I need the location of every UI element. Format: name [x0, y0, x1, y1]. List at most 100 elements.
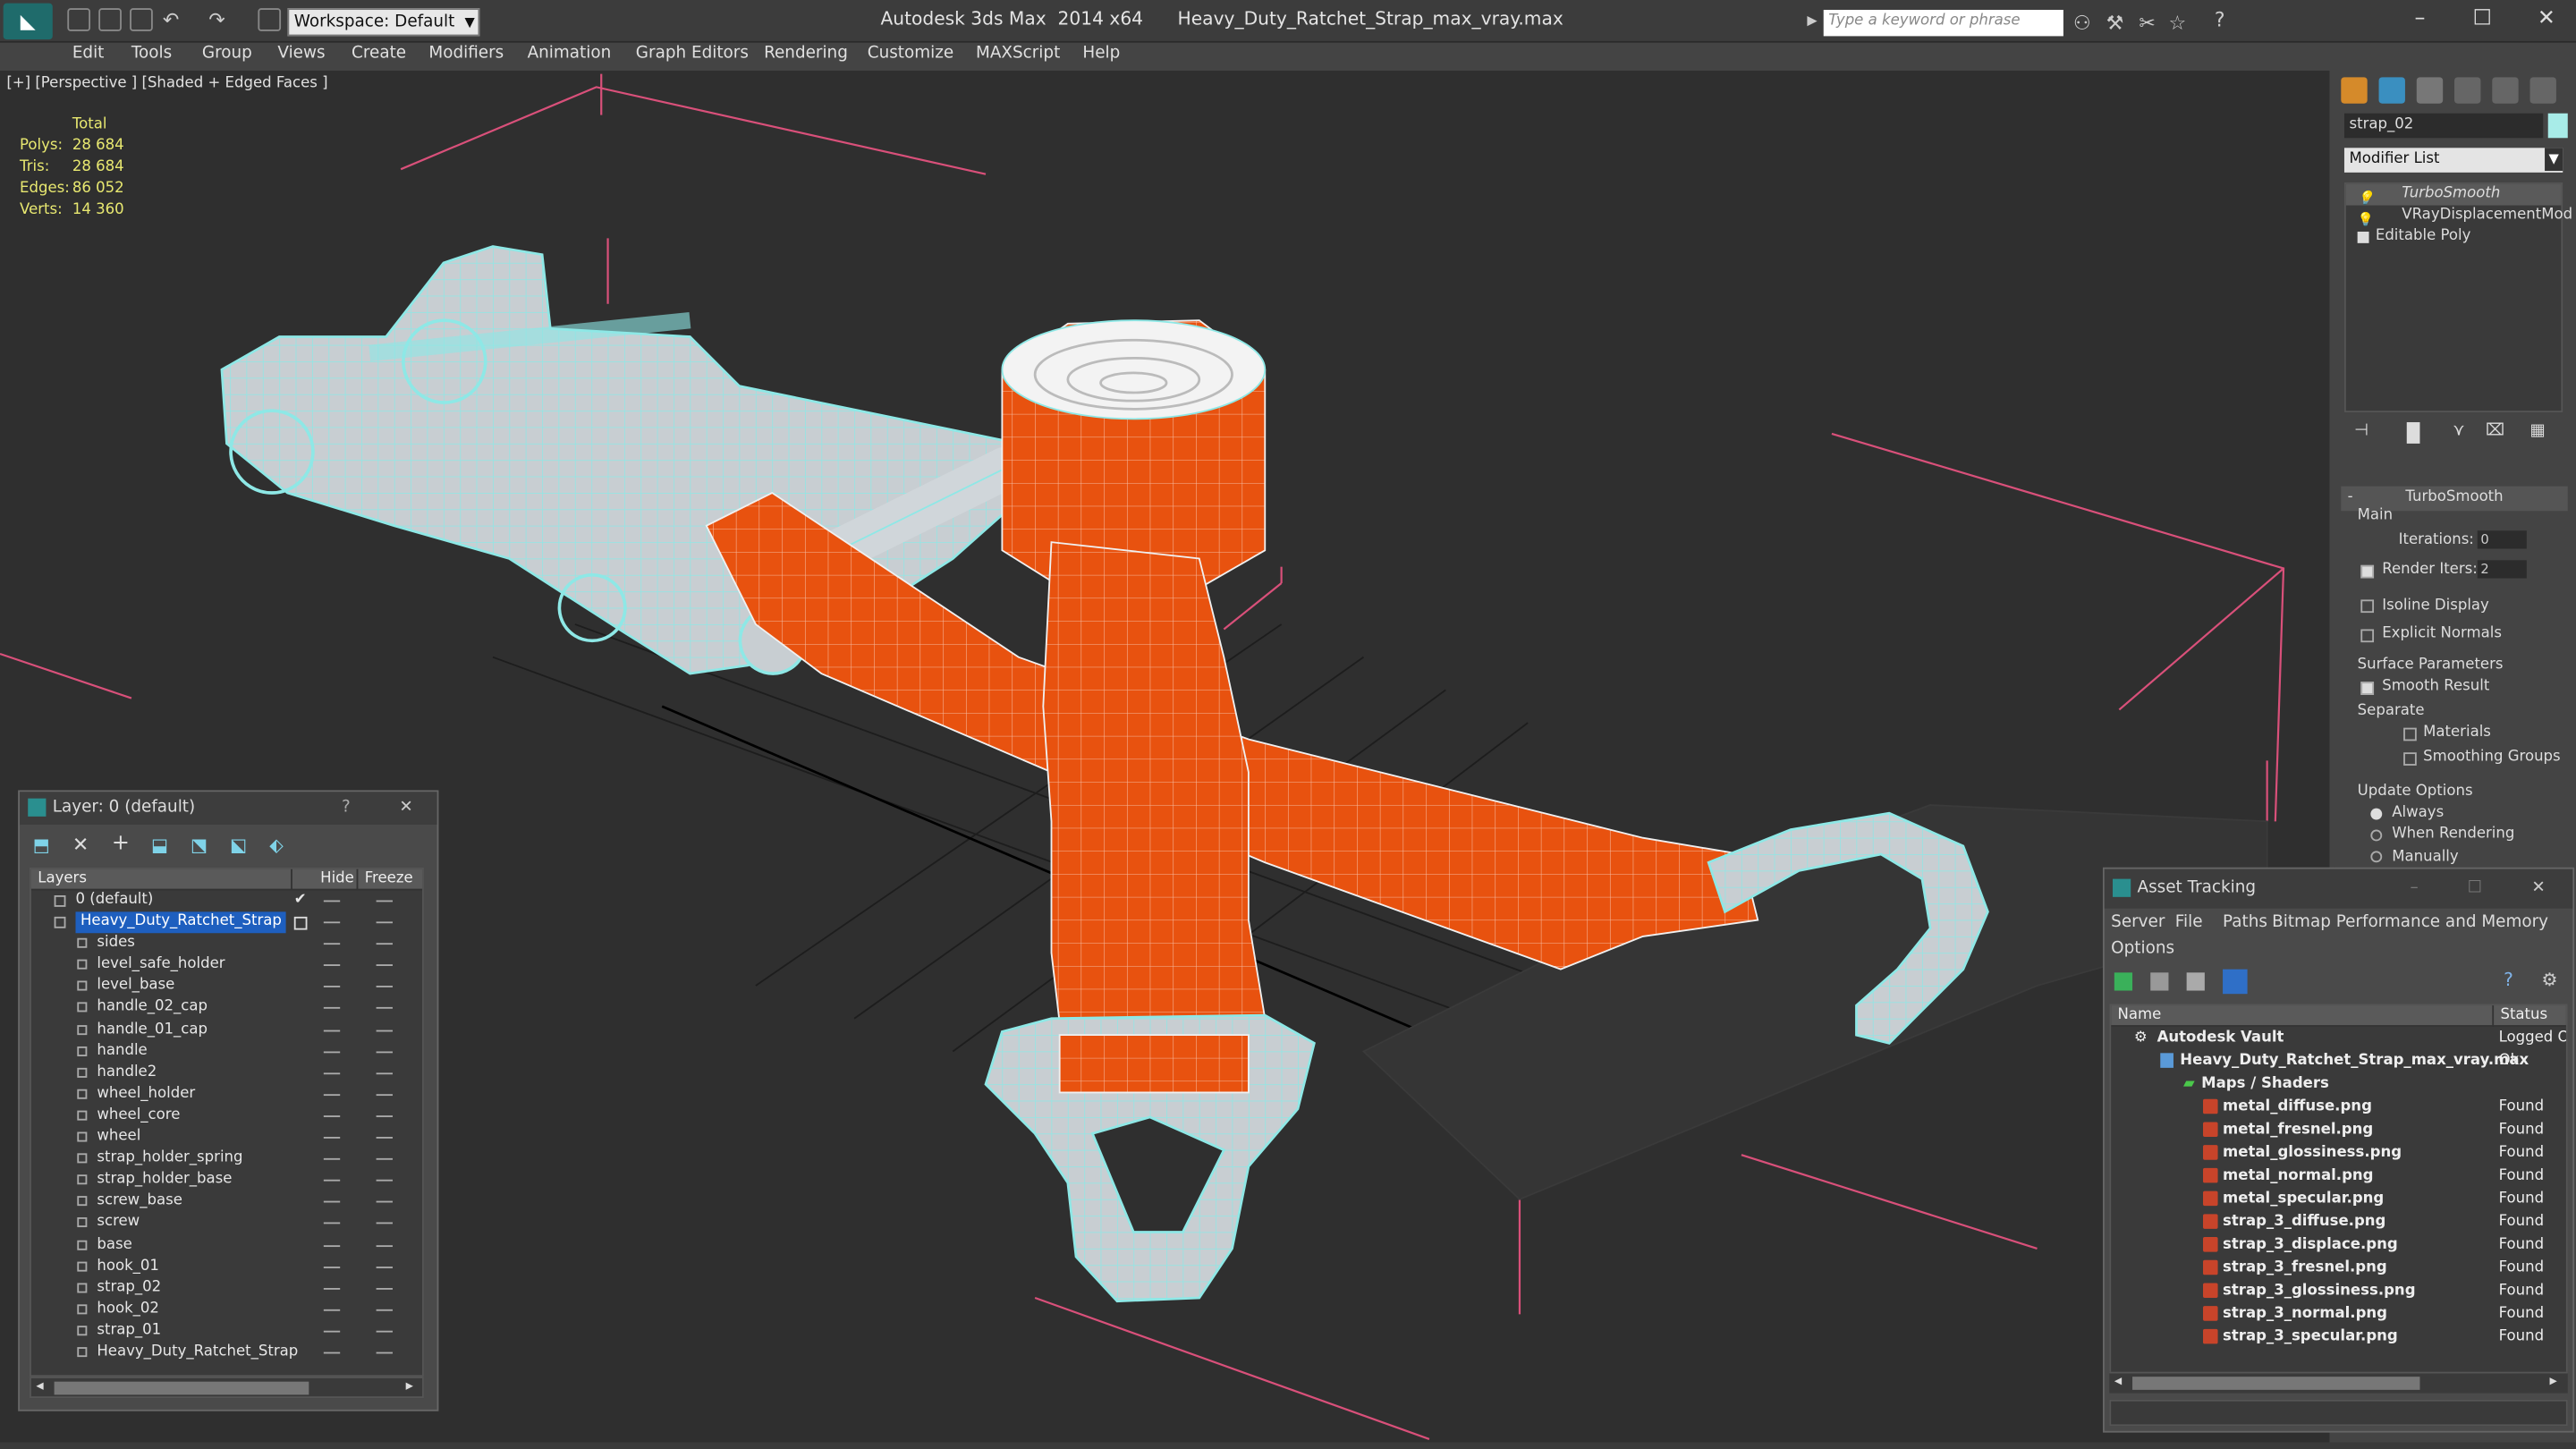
object-color-swatch[interactable] [2547, 113, 2568, 139]
hide-all-layers-icon[interactable]: ⬕ [230, 835, 247, 856]
asset-row-map[interactable]: metal_specular.png Found [2111, 1188, 2566, 1211]
layer-close-icon[interactable]: ✕ [399, 792, 412, 825]
freeze-toggle[interactable] [376, 1287, 393, 1290]
iterations-spinner[interactable]: 0 [2477, 530, 2527, 549]
layer-item[interactable]: wheel_holder [31, 1084, 422, 1106]
communication-icon[interactable]: ✂ [2139, 12, 2155, 35]
layer-item[interactable]: handle [31, 1041, 422, 1063]
hide-toggle[interactable] [323, 1007, 341, 1010]
hide-toggle[interactable] [323, 1287, 341, 1290]
menu-customize[interactable]: Customize [868, 43, 953, 66]
utilities-tab-icon[interactable] [2529, 77, 2556, 104]
pin-stack-icon[interactable]: ⊣ [2354, 422, 2368, 440]
hide-toggle[interactable] [323, 1029, 341, 1031]
layer-row-selected[interactable]: Heavy_Duty_Ratchet_Strap [31, 911, 422, 934]
help-icon[interactable]: ? [2504, 970, 2513, 991]
hide-toggle[interactable] [323, 986, 341, 988]
layer-row-default[interactable]: 0 (default) ✔ [31, 890, 422, 911]
close-icon[interactable]: ✕ [2530, 6, 2563, 31]
layer-item[interactable]: handle_02_cap [31, 998, 422, 1020]
asset-row-maxfile[interactable]: Heavy_Duty_Ratchet_Strap_max_vray.max Ok [2111, 1050, 2566, 1073]
add-to-layer-icon[interactable]: + [112, 831, 130, 856]
favorites-icon[interactable]: ☆ [2168, 12, 2186, 35]
hide-toggle[interactable] [323, 1266, 341, 1268]
asset-row-map[interactable]: strap_3_fresnel.png Found [2111, 1257, 2566, 1280]
hide-toggle[interactable] [323, 943, 341, 945]
hide-toggle[interactable] [323, 1115, 341, 1117]
remove-modifier-icon[interactable]: ⌧ [2486, 422, 2504, 440]
asset-row-map[interactable]: metal_glossiness.png Found [2111, 1142, 2566, 1165]
highlight-layer-icon[interactable]: ⬔ [191, 835, 208, 856]
menu-views[interactable]: Views [277, 43, 325, 66]
smooth-result-checkbox[interactable] [2360, 682, 2375, 695]
app-logo-icon[interactable]: ◣ [3, 3, 53, 40]
col-layers[interactable]: Layers [38, 869, 87, 891]
freeze-toggle[interactable] [376, 1137, 393, 1139]
minimize-icon[interactable]: – [2410, 869, 2418, 909]
scroll-left-icon[interactable]: ◂ [2114, 1373, 2122, 1389]
table-view-icon[interactable] [2186, 972, 2205, 991]
asset-menu-server[interactable]: Server [2111, 913, 2165, 931]
freeze-toggle[interactable] [376, 1050, 393, 1053]
asset-row-map[interactable]: strap_3_diffuse.png Found [2111, 1211, 2566, 1234]
show-end-result-icon[interactable] [2406, 422, 2420, 444]
search-arrow-icon[interactable]: ▶ [1807, 13, 1817, 29]
hide-toggle[interactable] [323, 1223, 341, 1225]
menu-maxscript[interactable]: MAXScript [976, 43, 1060, 66]
manually-radio[interactable] [2370, 851, 2383, 863]
asset-row-maps-folder[interactable]: ▰ Maps / Shaders [2111, 1072, 2566, 1096]
hide-toggle[interactable] [323, 1050, 341, 1053]
layer-item[interactable]: sides [31, 934, 422, 955]
freeze-toggle[interactable] [376, 1352, 393, 1354]
menu-modifiers[interactable]: Modifiers [428, 43, 504, 66]
asset-row-map[interactable]: strap_3_normal.png Found [2111, 1303, 2566, 1326]
binoculars-icon[interactable]: ⚇ [2073, 12, 2091, 35]
hide-toggle[interactable] [323, 1093, 341, 1096]
freeze-toggle[interactable] [376, 1158, 393, 1160]
list-view-icon[interactable] [2150, 972, 2169, 991]
open-file-icon[interactable] [98, 8, 122, 31]
modify-tab-icon[interactable] [2378, 77, 2405, 104]
stack-item-turbosmooth[interactable]: 💡 TurboSmooth [2345, 183, 2562, 206]
scroll-thumb[interactable] [2132, 1377, 2420, 1390]
asset-row-map[interactable]: metal_fresnel.png Found [2111, 1119, 2566, 1142]
make-unique-icon[interactable]: ⋎ [2453, 422, 2464, 440]
freeze-toggle[interactable] [376, 1007, 393, 1010]
stack-item-vraydisplacement[interactable]: 💡 VRayDisplacementMod [2346, 206, 2572, 226]
freeze-toggle[interactable] [376, 1223, 393, 1225]
refresh-icon[interactable] [2114, 972, 2133, 991]
layer-item[interactable]: handle2 [31, 1063, 422, 1084]
close-icon[interactable]: ✕ [2531, 869, 2545, 909]
layer-item[interactable]: hook_02 [31, 1299, 422, 1320]
hide-toggle[interactable] [323, 1180, 341, 1182]
asset-horizontal-scrollbar[interactable]: ◂ ▸ [2109, 1371, 2568, 1394]
freeze-toggle[interactable] [376, 1180, 393, 1182]
hide-toggle[interactable] [323, 1201, 341, 1204]
help-icon[interactable]: ? [2215, 8, 2225, 31]
layer-item[interactable]: hook_01 [31, 1256, 422, 1277]
asset-tracking-header[interactable]: Asset Tracking – ☐ ✕ [2104, 869, 2573, 909]
layer-panel-header[interactable]: Layer: 0 (default) ? ✕ [20, 792, 437, 826]
freeze-toggle[interactable] [376, 1115, 393, 1117]
menu-create[interactable]: Create [352, 43, 406, 66]
layer-item[interactable]: wheel_core [31, 1106, 422, 1127]
freeze-toggle[interactable] [376, 1201, 393, 1204]
layer-horizontal-scrollbar[interactable]: ◂ ▸ [30, 1377, 424, 1399]
freeze-toggle[interactable] [376, 943, 393, 945]
stack-item-editable-poly[interactable]: Editable Poly [2346, 226, 2562, 248]
asset-row-map[interactable]: strap_3_specular.png Found [2111, 1326, 2566, 1349]
settings-icon[interactable]: ⚙ [2541, 970, 2557, 991]
display-tab-icon[interactable] [2492, 77, 2519, 104]
modifier-list-dropdown[interactable]: Modifier List ▼ [2343, 148, 2563, 173]
layer-item[interactable]: strap_holder_base [31, 1170, 422, 1191]
always-radio[interactable] [2370, 808, 2383, 820]
asset-row-map[interactable]: metal_diffuse.png Found [2111, 1096, 2566, 1119]
asset-menu-options[interactable]: Options [2111, 940, 2174, 958]
minimize-icon[interactable]: – [2403, 6, 2436, 31]
object-name-field[interactable]: strap_02 [2343, 113, 2544, 139]
col-hide[interactable]: Hide [291, 869, 354, 891]
hide-toggle[interactable] [323, 1330, 341, 1333]
isoline-checkbox[interactable] [2360, 599, 2375, 614]
scroll-right-icon[interactable]: ▸ [406, 1378, 413, 1394]
explicit-normals-checkbox[interactable] [2360, 629, 2375, 643]
